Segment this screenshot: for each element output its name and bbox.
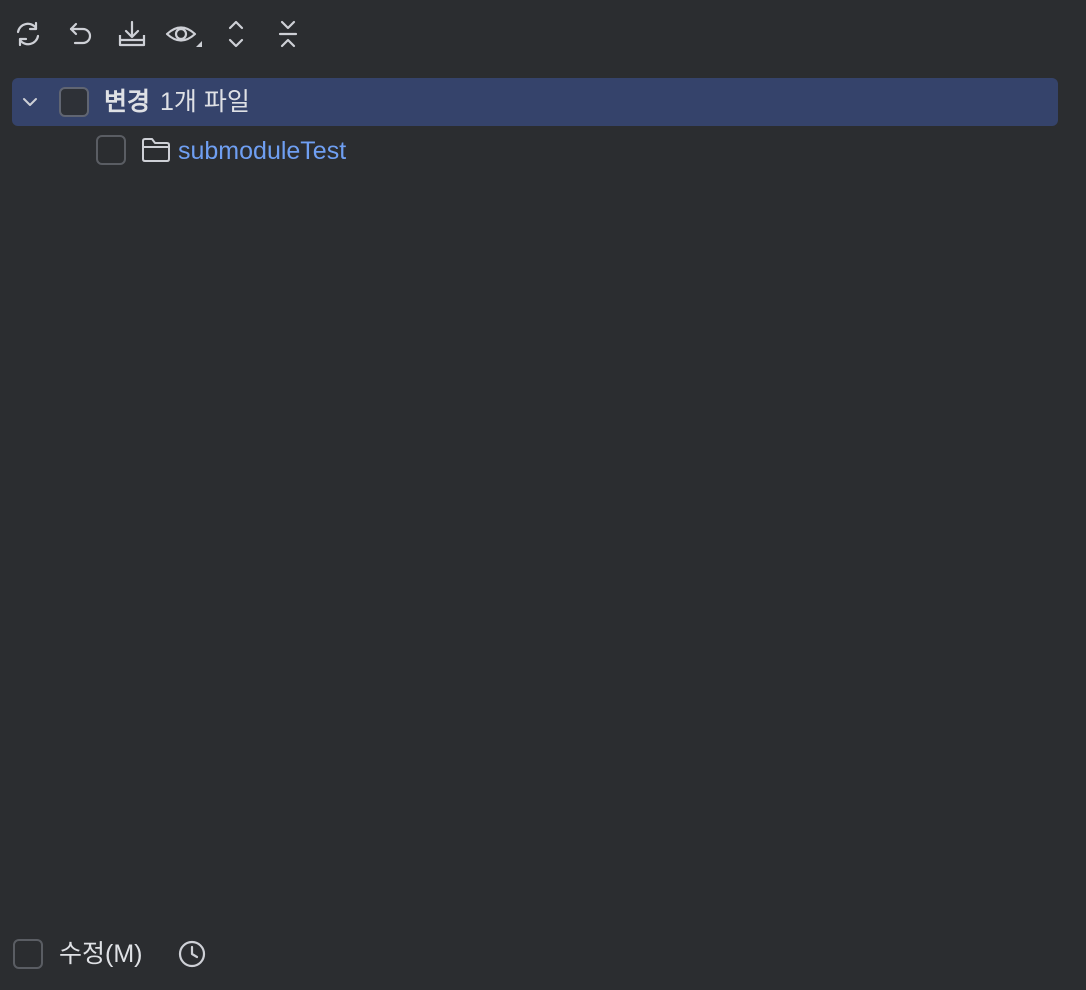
commit-options-bar: 수정(M) <box>0 930 1086 980</box>
expand-all-icon <box>228 20 244 48</box>
toolbar <box>0 0 1086 70</box>
changelist-title: 변경 <box>104 88 151 116</box>
tree-item-checkbox[interactable] <box>96 135 126 165</box>
commit-history-button[interactable] <box>174 936 210 972</box>
rollback-button[interactable] <box>60 14 100 54</box>
shelve-icon <box>118 20 146 47</box>
changelist-root-row[interactable]: 변경 1개 파일 <box>12 78 1058 126</box>
collapse-all-icon <box>278 20 298 48</box>
clock-icon <box>178 940 206 968</box>
shelve-button[interactable] <box>112 14 152 54</box>
changelist-checkbox[interactable] <box>59 87 89 117</box>
refresh-button[interactable] <box>8 14 48 54</box>
collapse-all-button[interactable] <box>268 14 308 54</box>
rollback-icon <box>69 22 92 45</box>
amend-checkbox[interactable] <box>13 939 43 969</box>
amend-label[interactable]: 수정(M) <box>59 939 142 969</box>
changelist-file-count: 1개 파일 <box>160 88 250 116</box>
folder-icon <box>141 137 171 163</box>
refresh-icon <box>16 21 40 47</box>
commit-panel: 변경 1개 파일 submoduleTest 수정(M) <box>0 0 1086 990</box>
view-options-button[interactable] <box>164 14 204 54</box>
view-options-icon <box>165 26 202 47</box>
tree-item-label: submoduleTest <box>178 137 347 165</box>
expand-all-button[interactable] <box>216 14 256 54</box>
chevron-down-icon[interactable] <box>18 90 42 114</box>
tree-item-submodule[interactable]: submoduleTest <box>0 130 1060 172</box>
